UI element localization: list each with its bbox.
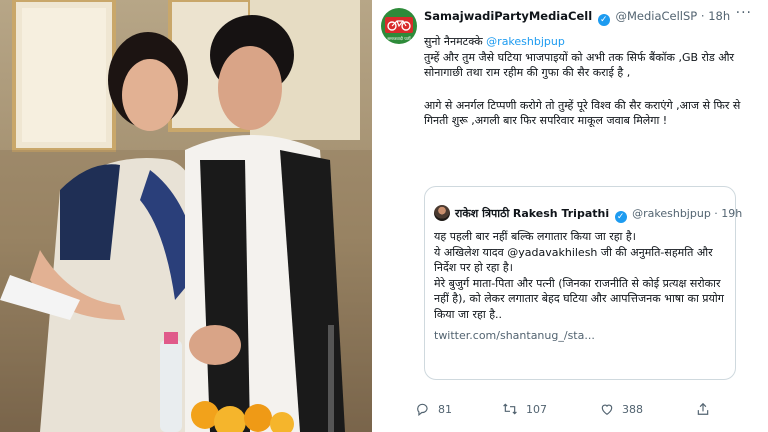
quoted-tweet-body: यह पहली बार नहीं बल्कि लगातार किया जा रह… [434, 229, 730, 344]
share-icon [697, 402, 709, 415]
like-count: 388 [622, 402, 643, 416]
action-bar: 81 107 388 [416, 399, 756, 419]
quoted-tweet[interactable]: राकेश त्रिपाठी Rakesh Tripathi ✓ @rakesh… [424, 186, 742, 380]
reply-button[interactable]: 81 [416, 399, 452, 419]
tweet-greeting: सुनो नैनमटक्के [424, 35, 487, 48]
tweet-header: SamajwadiPartyMediaCell ✓ @MediaCellSP ·… [424, 9, 730, 26]
separator-dot: · [714, 207, 718, 220]
quoted-tweet-header: राकेश त्रिपाठी Rakesh Tripathi ✓ @rakesh… [455, 206, 742, 223]
retweet-count: 107 [526, 402, 547, 416]
reply-count: 81 [438, 402, 452, 416]
verified-badge-icon: ✓ [614, 211, 627, 223]
like-button[interactable]: 388 [600, 399, 643, 419]
quoted-line-1: यह पहली बार नहीं बल्कि लगातार किया जा रह… [434, 230, 636, 243]
quoted-url: twitter.com/shantanug_/sta... [434, 329, 595, 342]
share-button[interactable] [696, 399, 718, 419]
news-photo [0, 0, 372, 432]
bicycle-icon [387, 20, 411, 31]
quoted-author-handle: @rakeshbjpup [632, 207, 711, 220]
quoted-author-name: Rakesh Tripathi [512, 207, 610, 220]
quoted-tweet-time: 19h [721, 207, 743, 220]
retweet-icon [503, 403, 517, 415]
tweet-paragraph-1: तुम्हें और तुम जैसे घटिया भाजपाइयों को अ… [424, 50, 735, 80]
quoted-author-name-hindi: राकेश त्रिपाठी [455, 207, 510, 220]
quoted-mention: @yadavakhilesh [507, 245, 598, 259]
photo-illustration [0, 0, 372, 432]
quoted-line-2: ये अखिलेश यादव @yadavakhilesh जी की अनुम… [434, 245, 730, 276]
quoted-author-avatar [434, 205, 450, 221]
tweet-time[interactable]: 18h [708, 9, 730, 23]
more-icon[interactable]: ··· [736, 5, 752, 21]
quoted-line-3: मेरे बुजुर्ग माता-पिता और पत्नी (जिनका र… [434, 276, 724, 321]
separator-dot: · [700, 9, 705, 23]
reply-icon [417, 403, 428, 416]
tweet-line-1: सुनो नैनमटक्के @rakeshbjpup [424, 34, 760, 50]
like-icon [601, 404, 613, 415]
avatar-caption: समाजवादी पार्टी [387, 36, 411, 41]
author-name[interactable]: SamajwadiPartyMediaCell [424, 9, 592, 23]
tweet-paragraph-2: आगे से अनर्गल टिप्पणी करोगे तो तुम्हें प… [424, 98, 741, 128]
tweet-card[interactable]: समाजवादी पार्टी SamajwadiPartyMediaCell … [376, 0, 768, 432]
mention-link[interactable]: @rakeshbjpup [486, 35, 565, 48]
quoted-line-2-prefix: ये अखिलेश यादव [434, 245, 508, 259]
author-handle[interactable]: @MediaCellSP [615, 9, 697, 23]
verified-badge-icon: ✓ [597, 14, 610, 26]
author-avatar[interactable]: समाजवादी पार्टी [381, 8, 417, 44]
retweet-button[interactable]: 107 [502, 399, 547, 419]
tweet-body: सुनो नैनमटक्के @rakeshbjpup तुम्हें और त… [424, 34, 760, 129]
